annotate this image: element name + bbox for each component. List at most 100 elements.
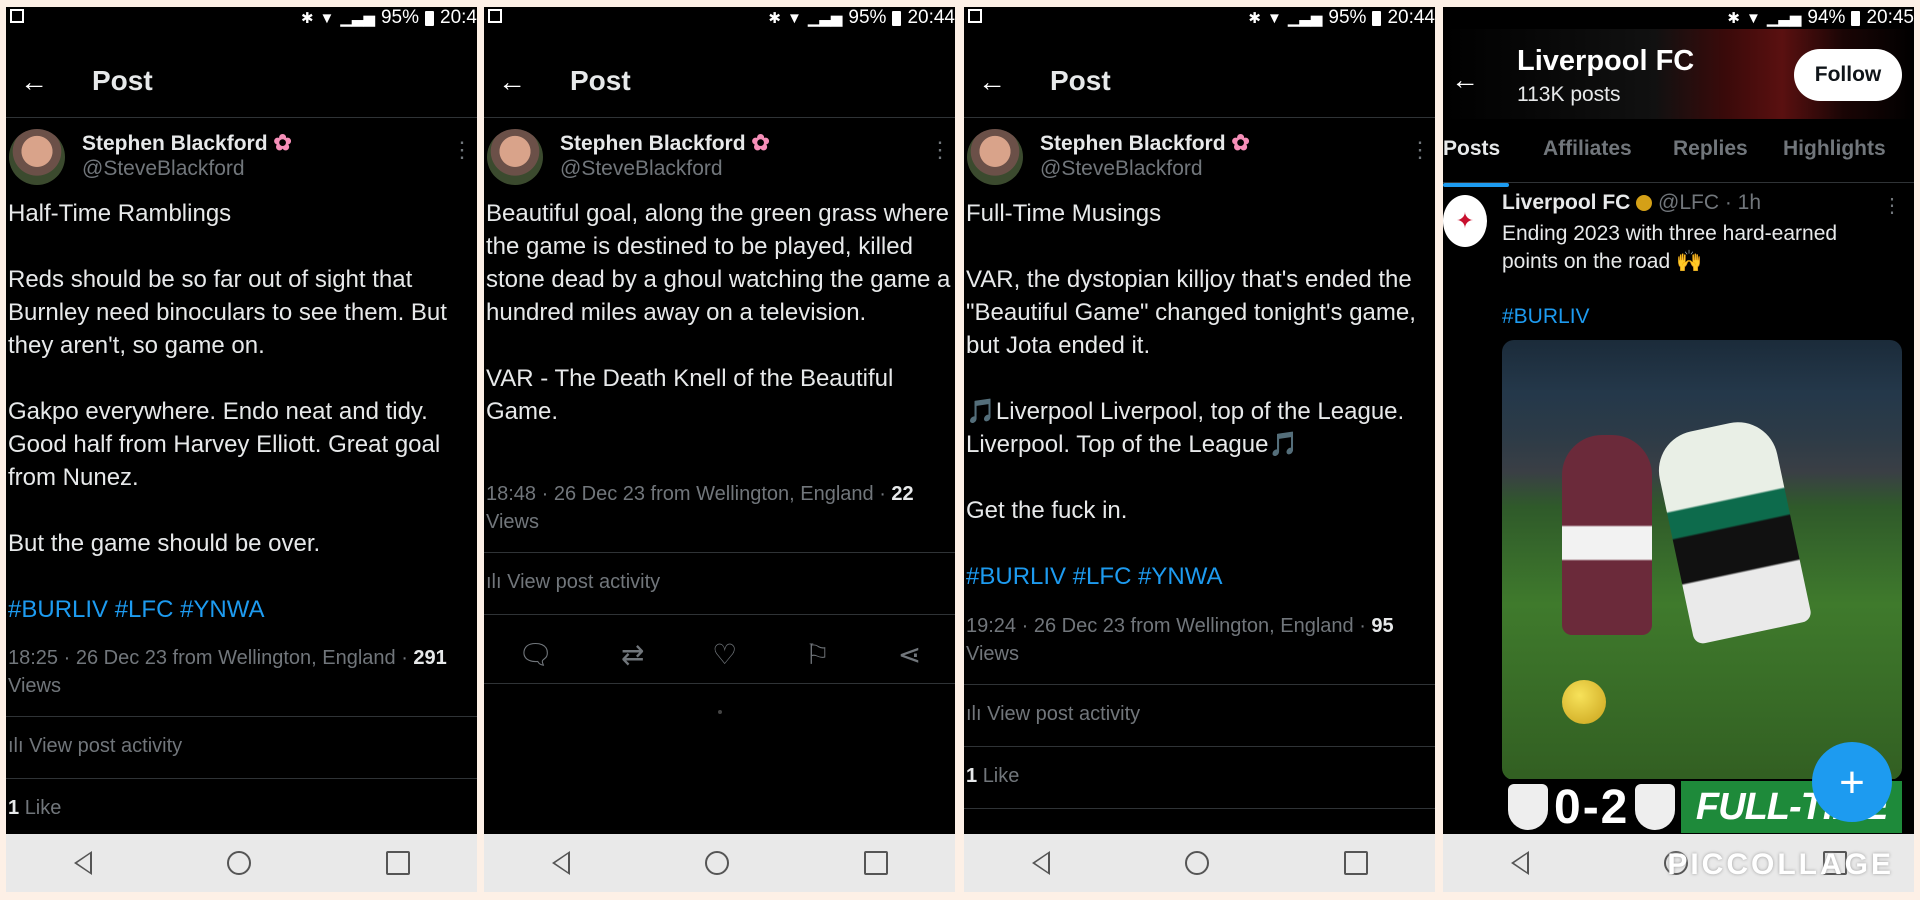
views-count: 22 bbox=[891, 483, 914, 505]
likes-count[interactable]: 1 Like bbox=[966, 765, 1019, 788]
notification-icon bbox=[488, 9, 502, 23]
avatar[interactable] bbox=[9, 129, 65, 185]
post-panel-2: ✱ ▼ ▁▃▅ 95% 20:44 ← Post Stephen Blackfo… bbox=[484, 7, 955, 892]
view-post-activity-link[interactable]: ılı View post activity bbox=[486, 571, 660, 594]
bar-chart-icon: ılı bbox=[966, 703, 982, 725]
battery-percent: 95% bbox=[380, 7, 420, 28]
status-bar: ✱ ▼ ▁▃▅ 95% 20:4 bbox=[6, 7, 477, 29]
author-handle[interactable]: @SteveBlackford bbox=[1040, 157, 1203, 181]
liverpool-player-figure bbox=[1651, 414, 1813, 646]
more-options-icon[interactable]: ⋮ bbox=[1409, 139, 1431, 161]
reply-icon[interactable]: 🗨 bbox=[518, 638, 554, 671]
page-title: Post bbox=[1050, 65, 1111, 96]
nav-recents-icon[interactable] bbox=[1343, 851, 1368, 875]
more-options-icon[interactable]: ⋮ bbox=[929, 139, 951, 161]
back-arrow-icon[interactable]: ← bbox=[20, 67, 48, 97]
battery-percent: 94% bbox=[1807, 7, 1846, 28]
view-post-activity-link[interactable]: ılı View post activity bbox=[8, 735, 182, 758]
post-paragraph: 🎵Liverpool Liverpool, top of the League.… bbox=[966, 398, 1405, 458]
bluetooth-icon: ✱ bbox=[768, 10, 781, 27]
nav-back-icon[interactable] bbox=[551, 851, 570, 875]
android-nav-bar bbox=[964, 834, 1435, 892]
profile-tabs: Posts Affiliates Replies Highlights bbox=[1443, 131, 1914, 187]
battery-percent: 95% bbox=[1328, 7, 1367, 28]
post-paragraph: Reds should be so far out of sight that … bbox=[8, 266, 447, 359]
nav-recents-icon[interactable] bbox=[863, 851, 888, 875]
burnley-crest-icon bbox=[1508, 784, 1548, 830]
status-bar: ✱ ▼ ▁▃▅ 95% 20:44 bbox=[484, 7, 955, 29]
battery-icon bbox=[892, 10, 902, 26]
battery-icon bbox=[1372, 10, 1382, 26]
nav-back-icon[interactable] bbox=[73, 851, 92, 875]
nav-recents-icon[interactable] bbox=[385, 851, 410, 875]
final-score: 0-2 bbox=[1554, 780, 1630, 834]
nav-home-icon[interactable] bbox=[226, 851, 251, 875]
repost-icon[interactable]: ⇄ bbox=[621, 638, 644, 671]
compose-post-button[interactable]: + bbox=[1812, 742, 1892, 822]
tweet-author[interactable]: Liverpool FC @LFC · 1h bbox=[1502, 191, 1761, 215]
back-arrow-icon[interactable]: ← bbox=[498, 67, 526, 97]
flower-emoji-icon: ✿ bbox=[1231, 130, 1250, 155]
divider bbox=[964, 117, 1435, 118]
author-handle[interactable]: @SteveBlackford bbox=[560, 157, 723, 181]
avatar[interactable] bbox=[487, 129, 543, 185]
follow-button[interactable]: Follow bbox=[1794, 49, 1902, 101]
author-handle[interactable]: @SteveBlackford bbox=[82, 157, 245, 181]
lfc-crest-avatar[interactable]: ✦ bbox=[1443, 195, 1487, 247]
post-panel-3: ✱ ▼ ▁▃▅ 95% 20:44 ← Post Stephen Blackfo… bbox=[964, 7, 1435, 892]
tab-affiliates[interactable]: Affiliates bbox=[1543, 137, 1632, 161]
share-icon[interactable]: ⋖ bbox=[898, 638, 921, 671]
flower-emoji-icon: ✿ bbox=[751, 130, 770, 155]
signal-icon: ▁▃▅ bbox=[807, 10, 843, 27]
post-body: Beautiful goal, along the green grass wh… bbox=[486, 197, 953, 461]
notification-icon bbox=[968, 9, 982, 23]
signal-icon: ▁▃▅ bbox=[1287, 10, 1323, 27]
post-hashtags[interactable]: #BURLIV #LFC #YNWA bbox=[8, 593, 475, 626]
posts-count: 113K posts bbox=[1517, 83, 1621, 106]
divider bbox=[6, 778, 477, 779]
nav-back-icon[interactable] bbox=[1510, 851, 1529, 875]
more-options-icon[interactable]: ⋮ bbox=[1882, 193, 1902, 218]
tab-posts[interactable]: Posts bbox=[1443, 137, 1509, 187]
tab-replies[interactable]: Replies bbox=[1673, 137, 1748, 161]
loading-indicator bbox=[718, 710, 722, 714]
page-title: Post bbox=[92, 65, 153, 96]
more-options-icon[interactable]: ⋮ bbox=[451, 139, 473, 161]
divider bbox=[484, 117, 955, 118]
views-label: Views bbox=[486, 511, 539, 533]
tweet-hashtag[interactable]: #BURLIV bbox=[1502, 305, 1590, 329]
verified-badge-icon bbox=[1636, 195, 1653, 211]
nav-home-icon[interactable] bbox=[704, 851, 729, 875]
wifi-icon: ▼ bbox=[1266, 9, 1282, 27]
avatar[interactable] bbox=[967, 129, 1023, 185]
post-paragraph: VAR - The Death Knell of the Beautiful G… bbox=[486, 365, 894, 425]
bluetooth-icon: ✱ bbox=[300, 10, 314, 27]
back-arrow-icon[interactable]: ← bbox=[1451, 65, 1479, 95]
tab-highlights[interactable]: Highlights bbox=[1783, 137, 1886, 161]
like-icon[interactable]: ♡ bbox=[712, 638, 737, 671]
divider bbox=[1443, 182, 1914, 183]
back-arrow-icon[interactable]: ← bbox=[978, 67, 1006, 97]
post-hashtags[interactable]: #BURLIV #LFC #YNWA bbox=[966, 560, 1433, 593]
nav-back-icon[interactable] bbox=[1031, 851, 1050, 875]
bookmark-icon[interactable]: ⚐ bbox=[805, 638, 830, 671]
post-paragraph: Get the fuck in. bbox=[966, 497, 1128, 524]
view-post-activity-link[interactable]: ılı View post activity bbox=[966, 703, 1140, 726]
author-name[interactable]: Stephen Blackford ✿ bbox=[82, 130, 292, 156]
bluetooth-icon: ✱ bbox=[1248, 10, 1261, 27]
nav-home-icon[interactable] bbox=[1184, 851, 1209, 875]
author-name[interactable]: Stephen Blackford ✿ bbox=[1040, 130, 1250, 156]
likes-count[interactable]: 1 Like bbox=[8, 797, 61, 820]
divider bbox=[484, 552, 955, 553]
page-title: Post bbox=[570, 65, 631, 96]
post-body: Half-Time Ramblings Reds should be so fa… bbox=[8, 197, 475, 659]
battery-icon bbox=[425, 10, 435, 26]
bluetooth-icon: ✱ bbox=[1727, 10, 1740, 27]
profile-name: Liverpool FC bbox=[1517, 45, 1695, 77]
tweet-photo[interactable] bbox=[1502, 340, 1902, 780]
clock: 20:44 bbox=[907, 7, 955, 28]
post-meta: 18:25 · 26 Dec 23 from Wellington, Engla… bbox=[8, 647, 447, 697]
author-name[interactable]: Stephen Blackford ✿ bbox=[560, 130, 770, 156]
post-body: Full-Time Musings VAR, the dystopian kil… bbox=[966, 197, 1433, 626]
divider bbox=[964, 684, 1435, 685]
